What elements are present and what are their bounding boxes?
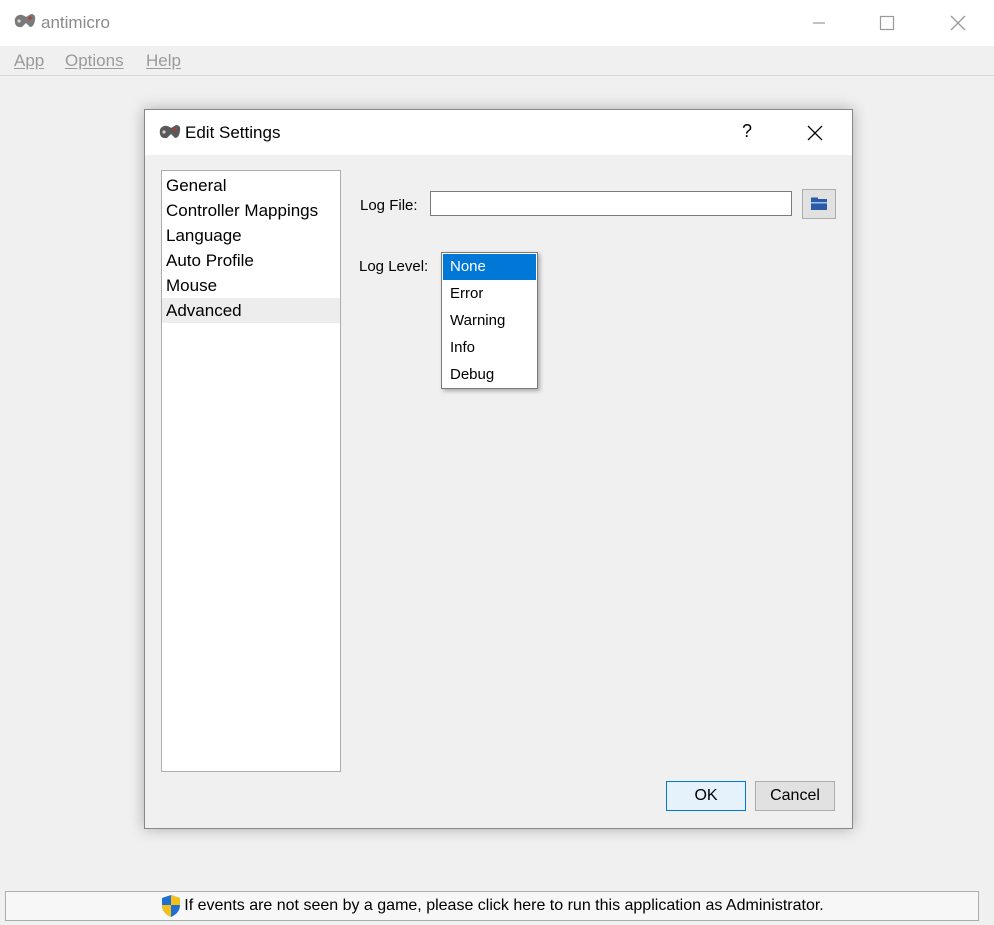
menu-options[interactable]: Options	[65, 51, 124, 71]
gamepad-icon	[159, 125, 181, 139]
log-level-option-debug[interactable]: Debug	[443, 362, 536, 388]
cancel-button[interactable]: Cancel	[755, 781, 835, 811]
edit-settings-dialog: Edit Settings ? General Controller Mappi…	[144, 109, 853, 829]
menu-help[interactable]: Help	[146, 51, 181, 71]
log-file-input[interactable]	[430, 191, 792, 216]
minimize-button[interactable]	[796, 0, 842, 46]
maximize-icon	[879, 15, 895, 31]
nav-item-general[interactable]: General	[162, 173, 340, 198]
close-icon	[950, 15, 966, 31]
dialog-titlebar: Edit Settings ?	[145, 110, 852, 155]
log-level-option-error[interactable]: Error	[443, 281, 536, 307]
run-as-admin-message: If events are not seen by a game, please…	[184, 897, 824, 914]
folder-icon	[811, 197, 827, 210]
window-title: antimicro	[41, 13, 110, 32]
gamepad-icon	[14, 14, 36, 28]
window-titlebar: antimicro	[0, 0, 994, 46]
settings-category-list[interactable]: General Controller Mappings Language Aut…	[161, 170, 341, 772]
log-level-dropdown-list[interactable]: None Error Warning Info Debug	[441, 252, 538, 389]
log-level-label: Log Level:	[359, 258, 429, 275]
nav-item-controller-mappings[interactable]: Controller Mappings	[162, 198, 340, 223]
menubar: App Options Help	[0, 46, 994, 76]
menu-app[interactable]: App	[14, 51, 44, 71]
dialog-title: Edit Settings	[185, 123, 281, 142]
nav-item-mouse[interactable]: Mouse	[162, 273, 340, 298]
ok-button[interactable]: OK	[666, 781, 746, 811]
close-icon	[807, 125, 823, 141]
close-button[interactable]	[935, 0, 981, 46]
browse-log-file-button[interactable]	[802, 189, 836, 219]
nav-item-auto-profile[interactable]: Auto Profile	[162, 248, 340, 273]
run-as-admin-button[interactable]: If events are not seen by a game, please…	[5, 891, 979, 921]
log-level-option-none[interactable]: None	[443, 254, 536, 280]
maximize-button[interactable]	[864, 0, 910, 46]
minimize-icon	[813, 22, 825, 24]
nav-item-advanced[interactable]: Advanced	[162, 298, 340, 323]
log-level-option-warning[interactable]: Warning	[443, 308, 536, 334]
help-button[interactable]: ?	[735, 121, 759, 145]
nav-item-language[interactable]: Language	[162, 223, 340, 248]
uac-shield-icon	[162, 895, 181, 917]
dialog-close-button[interactable]	[795, 120, 835, 146]
log-level-option-info[interactable]: Info	[443, 335, 536, 361]
log-file-label: Log File:	[360, 197, 418, 214]
